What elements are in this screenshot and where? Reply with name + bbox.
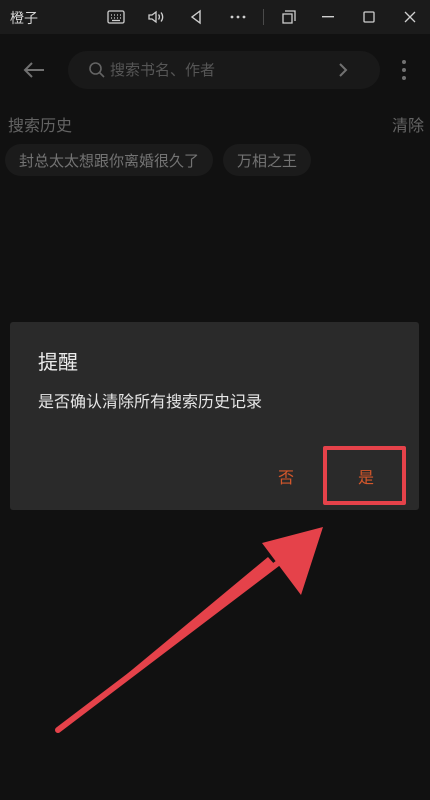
- keyboard-icon[interactable]: [102, 4, 130, 30]
- cancel-button[interactable]: 否: [278, 464, 294, 488]
- app-screen: 橙子 搜索书名、作者 搜索历史 清除 封总太太想跟你离婚很久了 万相之王 提醒 …: [0, 0, 430, 800]
- window-titlebar: 橙子: [0, 0, 430, 34]
- back-triangle-icon[interactable]: [182, 4, 210, 30]
- titlebar-separator: [263, 9, 264, 25]
- window-restore-icon[interactable]: [275, 4, 303, 30]
- close-icon[interactable]: [396, 4, 424, 30]
- dialog-title: 提醒: [38, 350, 78, 374]
- volume-icon[interactable]: [142, 4, 170, 30]
- minimize-icon[interactable]: [314, 4, 342, 30]
- confirm-button[interactable]: 是: [358, 464, 374, 488]
- app-title: 橙子: [10, 11, 38, 27]
- confirm-dialog: 提醒 是否确认清除所有搜索历史记录 否 是: [10, 322, 419, 510]
- more-horizontal-icon[interactable]: [224, 4, 252, 30]
- maximize-icon[interactable]: [355, 4, 383, 30]
- dialog-message: 是否确认清除所有搜索历史记录: [38, 392, 263, 411]
